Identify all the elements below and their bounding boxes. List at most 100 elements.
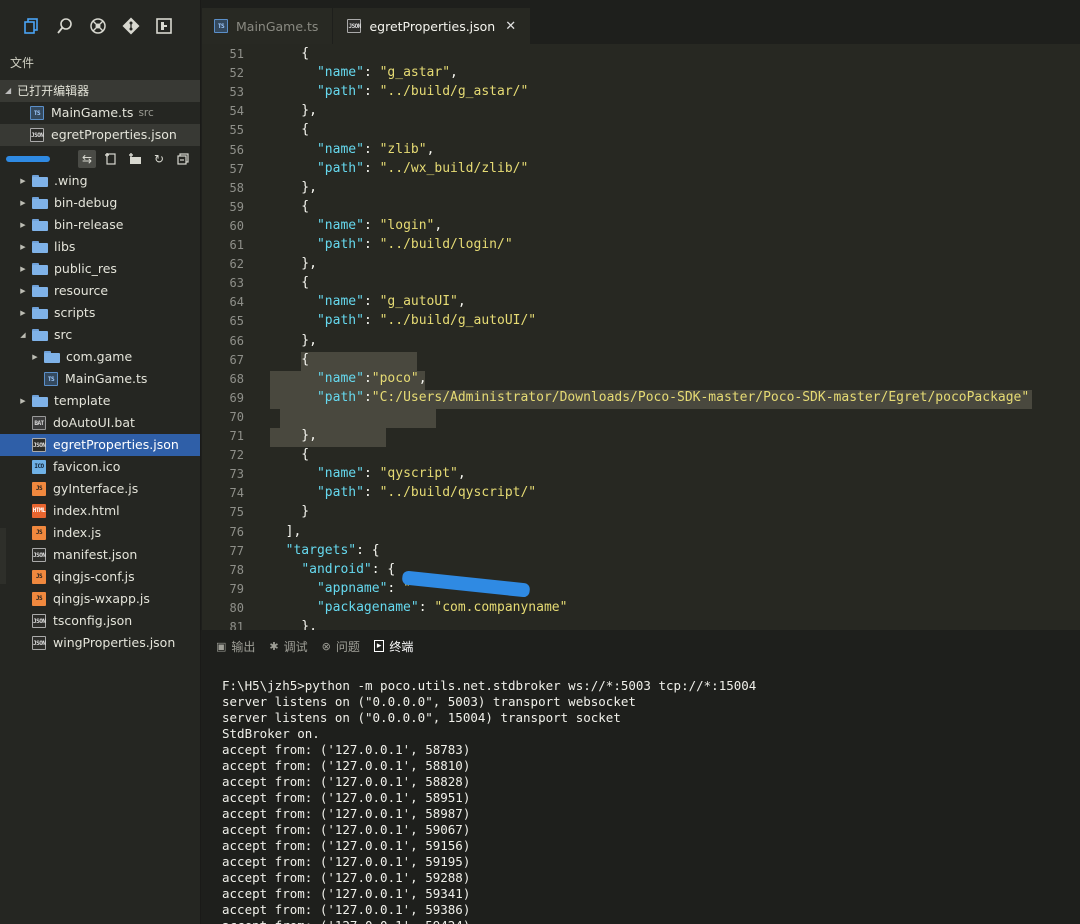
code-token: { — [270, 46, 310, 61]
code-token: , — [434, 217, 443, 233]
code-line: }, — [270, 333, 317, 348]
line-number: 67 — [229, 352, 244, 367]
code-line: "path": "../build/qyscript/" — [270, 485, 536, 500]
code-token: { — [270, 351, 310, 367]
tree-item[interactable]: ▶ .wing — [0, 170, 200, 192]
tree-item[interactable]: JSON egretProperties.json — [0, 434, 200, 456]
editor-tab[interactable]: TS MainGame.ts — [202, 8, 333, 44]
tree-item[interactable]: HTML index.html — [0, 500, 200, 522]
terminal-line: accept from: ('127.0.0.1', 59067) — [222, 822, 471, 837]
terminal-line: accept from: ('127.0.0.1', 58783) — [222, 742, 471, 757]
tree-item[interactable]: JS qingjs-wxapp.js — [0, 588, 200, 610]
tree-item-label: bin-release — [54, 217, 124, 232]
terminal-output[interactable]: F:\H5\jzh5>python -m poco.utils.net.stdb… — [222, 678, 756, 924]
js-file-icon: JS — [32, 570, 46, 584]
caret-right-icon: ▶ — [20, 199, 26, 207]
tree-item[interactable]: JS index.js — [0, 522, 200, 544]
code-token: : { — [356, 542, 380, 558]
tree-item-label: libs — [54, 239, 76, 254]
line-number: 71 — [229, 429, 244, 443]
folder-icon — [32, 219, 48, 231]
tree-item[interactable]: ICO favicon.ico — [0, 456, 200, 478]
tree-item-label: template — [54, 393, 111, 408]
tree-item[interactable]: JSON wingProperties.json — [0, 632, 200, 654]
open-editor-item[interactable]: JSON egretProperties.json — [0, 124, 200, 146]
open-editors-header[interactable]: ◢ 已打开编辑器 — [0, 80, 200, 102]
problems-tab[interactable]: ⊗ 问题 — [322, 638, 360, 655]
open-editors-list: TS MainGame.ts src JSON egretProperties.json — [0, 102, 200, 146]
debug-tab[interactable]: ✱ 调试 — [269, 638, 307, 655]
extensions-icon[interactable] — [154, 16, 174, 36]
line-number: 57 — [229, 161, 244, 176]
json-file-icon: JSON — [30, 128, 44, 142]
code-line: "name": "zlib", — [270, 142, 434, 157]
sync-icon[interactable]: ⇆ — [78, 150, 96, 168]
caret-right-icon: ▶ — [20, 265, 26, 273]
git-icon[interactable] — [121, 16, 141, 36]
editor-tab-label: MainGame.ts — [236, 18, 319, 34]
code-token: "appname" — [316, 580, 388, 596]
ico-file-icon: ICO — [32, 460, 46, 474]
tree-item[interactable]: TS MainGame.ts — [0, 368, 200, 390]
tree-item[interactable]: ▶ bin-debug — [0, 192, 200, 214]
tree-item[interactable]: BAT doAutoUI.bat — [0, 412, 200, 434]
code-token: : — [363, 389, 372, 405]
js-file-icon: JS — [32, 592, 46, 606]
code-line: { — [270, 122, 309, 137]
tree-item[interactable]: ▶ public_res — [0, 258, 200, 280]
refresh-icon[interactable]: ↻ — [150, 150, 168, 168]
line-number: 64 — [229, 295, 244, 310]
panel-tabs: ▣ 输出 ✱ 调试 ⊗ 问题 ▸ 终端 — [202, 630, 1080, 662]
files-icon[interactable] — [22, 16, 42, 36]
code-token: }, — [270, 332, 317, 348]
open-editor-item[interactable]: TS MainGame.ts src — [0, 102, 200, 124]
tree-item[interactable]: JS qingjs-conf.js — [0, 566, 200, 588]
tree-item[interactable]: ◢ src — [0, 324, 200, 346]
tree-item-label: scripts — [54, 305, 96, 320]
code-line: "path": "../build/login/" — [270, 237, 513, 252]
line-number: 69 — [229, 390, 244, 405]
tree-item[interactable]: ▶ resource — [0, 280, 200, 302]
tree-item[interactable]: ▶ scripts — [0, 302, 200, 324]
code-token: : — [363, 160, 380, 176]
caret-right-icon: ▶ — [32, 353, 38, 361]
sidebar-title: 文件 — [10, 56, 35, 70]
collapse-icon[interactable] — [174, 150, 192, 168]
tree-item-label: gyInterface.js — [53, 481, 139, 496]
json-file-icon: JSON — [347, 19, 362, 33]
tree-item[interactable]: JS gyInterface.js — [0, 478, 200, 500]
tree-item[interactable]: JSON manifest.json — [0, 544, 200, 566]
new-folder-icon[interactable] — [126, 150, 144, 168]
search-icon[interactable] — [55, 16, 75, 36]
code-token: "g_autoUI" — [379, 294, 458, 310]
code-token: : — [363, 141, 380, 157]
redacted-appname — [401, 570, 531, 598]
output-tab[interactable]: ▣ 输出 — [216, 638, 255, 655]
tree-item-label: tsconfig.json — [53, 613, 133, 628]
code-token: : — [363, 237, 380, 252]
code-token: }, — [270, 179, 317, 195]
terminal-tab[interactable]: ▸ 终端 — [373, 638, 413, 655]
code-line: "path": "../build/g_astar/" — [270, 84, 528, 99]
code-editor[interactable]: 51 {52 "name": "g_astar", 53 "path": "../… — [202, 46, 1080, 630]
code-token: "C:/Users/Administrator/Downloads/Poco-S… — [371, 389, 1030, 405]
code-token: "poco" — [371, 370, 419, 386]
editor-tab[interactable]: JSON egretProperties.json ✕ — [333, 8, 531, 44]
tree-item[interactable]: JSON tsconfig.json — [0, 610, 200, 632]
tree-item[interactable]: ▶ template — [0, 390, 200, 412]
code-line: "appname": " — [270, 581, 411, 596]
tree-item[interactable]: ▶ com.game — [0, 346, 200, 368]
debug-icon[interactable] — [88, 16, 108, 36]
close-icon[interactable]: ✕ — [505, 19, 516, 34]
tree-item[interactable]: ▶ libs — [0, 236, 200, 258]
terminal-line: accept from: ('127.0.0.1', 59424) — [222, 918, 756, 924]
code-line: { — [270, 275, 309, 290]
new-file-icon[interactable] — [102, 150, 120, 168]
terminal-line: accept from: ('127.0.0.1', 58810) — [222, 758, 471, 773]
line-number: 53 — [229, 85, 244, 100]
tree-item[interactable]: ▶ bin-release — [0, 214, 200, 236]
code-line: }, — [270, 428, 317, 443]
